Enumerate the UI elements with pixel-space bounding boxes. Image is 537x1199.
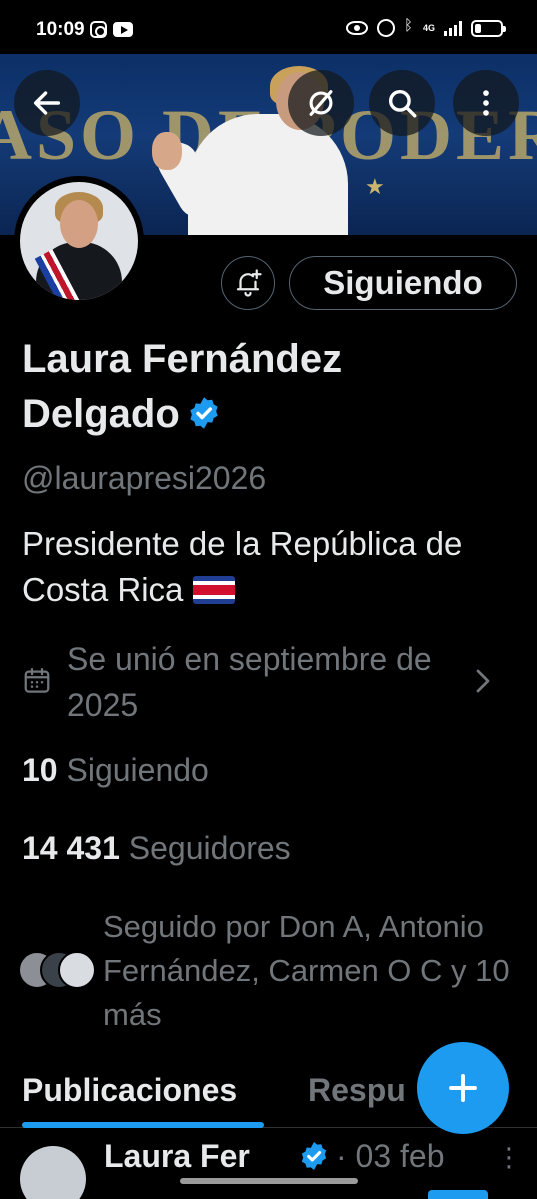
arrow-left-icon bbox=[33, 91, 61, 115]
following-label: Siguiendo bbox=[66, 752, 209, 788]
avatar bbox=[20, 182, 138, 300]
followers-count: 14 431 bbox=[22, 830, 120, 866]
signal-icon bbox=[444, 20, 462, 36]
more-vertical-icon bbox=[483, 90, 489, 116]
tab-respuestas[interactable]: Respu bbox=[308, 1072, 406, 1109]
joined-row[interactable]: Se unió en septiembre de 2025 bbox=[22, 636, 502, 730]
star-icon: ★ bbox=[365, 174, 385, 199]
profile-name: Laura Fernández Delgado bbox=[22, 337, 343, 436]
status-bar: 10:09 4G bbox=[0, 0, 537, 60]
plus-icon bbox=[449, 1074, 477, 1102]
followers-label: Seguidores bbox=[128, 830, 291, 866]
network-type: 4G bbox=[422, 22, 435, 33]
post-author: Laura Fer bbox=[104, 1138, 250, 1174]
calendar-icon bbox=[24, 668, 50, 693]
following-button[interactable]: Siguiendo bbox=[289, 256, 517, 310]
profile-bio: Presidente de la República de Costa Rica bbox=[22, 521, 522, 613]
chevron-right-icon bbox=[476, 669, 490, 693]
back-button[interactable] bbox=[14, 70, 80, 136]
status-time: 10:09 bbox=[36, 19, 85, 40]
post-item[interactable]: Laura Fer · 03 feb ⋮ bbox=[0, 1130, 537, 1199]
active-tab-indicator bbox=[22, 1122, 264, 1128]
post-date: · 03 feb bbox=[336, 1138, 445, 1174]
notifications-button[interactable] bbox=[221, 256, 275, 310]
tab-publicaciones[interactable]: Publicaciones bbox=[22, 1072, 237, 1109]
instagram-notification-icon bbox=[90, 21, 107, 38]
bluetooth-icon bbox=[404, 17, 414, 37]
avatar bbox=[58, 951, 96, 989]
compose-button[interactable] bbox=[417, 1042, 509, 1134]
verified-badge-icon bbox=[301, 1142, 327, 1170]
bio-text: Presidente de la República de Costa Rica bbox=[22, 525, 463, 608]
profile-handle: @laurapresi2026 bbox=[22, 460, 267, 496]
bell-plus-icon bbox=[236, 269, 262, 297]
verified-badge-icon[interactable] bbox=[186, 395, 222, 431]
search-button[interactable] bbox=[369, 70, 435, 136]
eye-icon bbox=[345, 21, 368, 35]
battery-icon bbox=[471, 19, 506, 37]
slash-circle-icon bbox=[309, 90, 333, 116]
profile-name-block: Laura Fernández Delgado bbox=[22, 332, 502, 442]
followed-by-text: Seguido por Don A, Antonio Fernández, Ca… bbox=[103, 909, 510, 1032]
following-stat[interactable]: 10 Siguiendo bbox=[22, 752, 209, 789]
followers-stat[interactable]: 14 431 Seguidores bbox=[22, 830, 291, 867]
profile-avatar[interactable] bbox=[14, 176, 144, 306]
post-more-button[interactable]: ⋮ bbox=[496, 1142, 522, 1173]
followed-by-row[interactable]: Seguido por Don A, Antonio Fernández, Ca… bbox=[18, 905, 518, 1035]
more-options-button[interactable] bbox=[453, 70, 519, 136]
search-icon bbox=[388, 89, 417, 118]
alarm-icon bbox=[376, 19, 395, 37]
followed-by-avatars bbox=[18, 951, 98, 991]
joined-date: Se unió en septiembre de 2025 bbox=[67, 641, 432, 723]
gesture-navigation-bar[interactable] bbox=[180, 1178, 358, 1184]
youtube-notification-icon bbox=[113, 22, 133, 37]
following-count: 10 bbox=[22, 752, 58, 788]
costa-rica-flag-icon bbox=[192, 576, 235, 604]
grok-button[interactable] bbox=[288, 70, 354, 136]
avatar bbox=[20, 1146, 86, 1199]
